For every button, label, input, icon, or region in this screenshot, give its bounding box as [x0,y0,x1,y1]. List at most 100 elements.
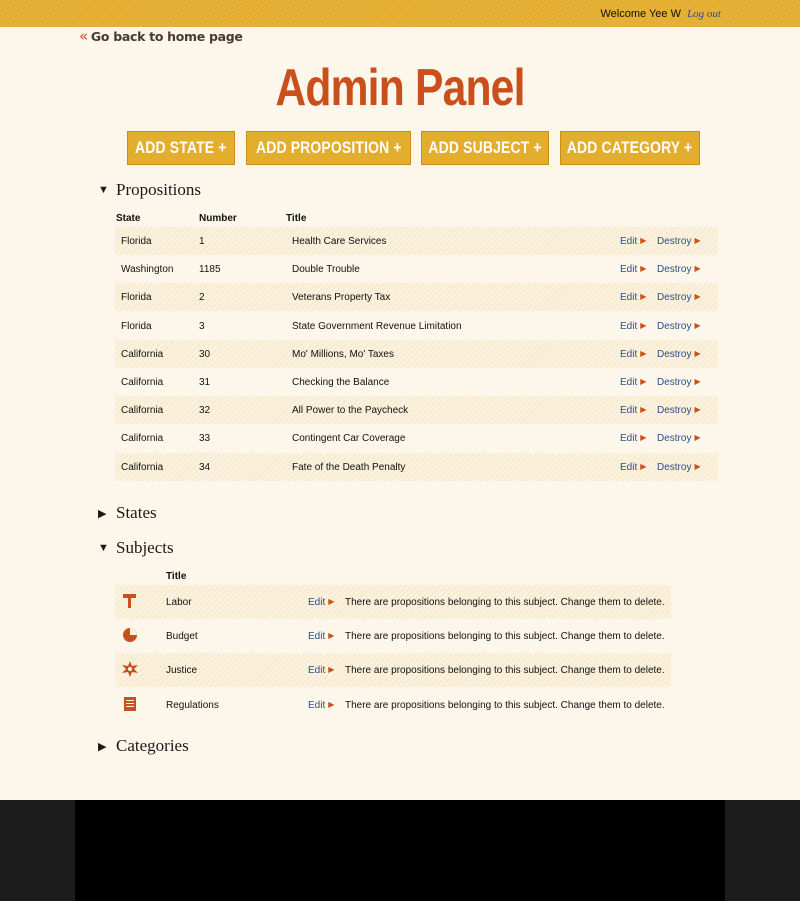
document-icon [122,696,138,712]
destroy-link[interactable]: Destroy ▶ [657,292,701,303]
state-cell: Florida [121,236,152,247]
play-arrow-icon: ▶ [694,236,701,245]
title-cell: All Power to the Paycheck [292,405,409,417]
edit-label: Edit [308,631,326,643]
propositions-heading: Propositions [116,180,202,199]
state-cell: California [121,461,164,473]
number-cell: 30 [199,348,211,360]
title-cell: Contingent Car Coverage [292,433,406,445]
edit-label: Edit [620,433,638,445]
expanded-triangle-icon: ▼ [98,184,109,196]
number-cell: 32 [199,405,211,417]
column-header-title: Title [286,213,307,224]
destroy-label: Destroy [657,264,692,276]
destroy-link[interactable]: Destroy ▶ [657,236,701,247]
edit-link[interactable]: Edit ▶ [308,665,334,676]
destroy-label: Destroy [657,377,692,388]
add-subject-label: ADD SUBJECT + [428,138,542,157]
state-cell: California [121,433,164,445]
edit-link[interactable]: Edit ▶ [620,321,646,332]
table-row: Florida 2 Veterans Property Tax Edit ▶ Destro… [115,283,718,312]
edit-label: Edit [620,320,638,332]
state-cell: Florida [121,320,152,332]
add-state-label: ADD STATE + [135,138,227,157]
play-arrow-icon: ▶ [640,461,647,471]
add-category-button[interactable]: ADD CATEGORY + [560,131,700,165]
edit-link[interactable]: Edit ▶ [620,236,646,247]
edit-link[interactable]: Edit ▶ [620,292,646,303]
destroy-link[interactable]: Destroy ▶ [657,377,701,388]
play-arrow-icon: ▶ [640,264,647,274]
categories-toggle[interactable]: ▶ Categories [98,736,189,756]
page-title: Admin Panel [275,59,525,117]
list-item: Budget Edit ▶ There are propositions belong… [115,619,671,653]
logout-link[interactable]: Log out [687,8,721,20]
table-row: Florida 1 Health Care Services Edit ▶ Destroy… [115,227,718,255]
play-arrow-icon: ▶ [694,264,701,274]
edit-link[interactable]: Edit ▶ [620,462,646,473]
edit-link[interactable]: Edit ▶ [620,264,646,275]
edit-link[interactable]: Edit ▶ [620,405,646,416]
edit-link[interactable]: Edit ▶ [308,597,334,608]
destroy-link[interactable]: Destroy ▶ [657,321,701,332]
title-cell: State Government Revenue Limitation [292,320,462,332]
state-cell: California [121,405,164,417]
propositions-toggle[interactable]: ▼ Propositions [98,180,201,200]
add-state-button[interactable]: ADD STATE + [127,131,235,165]
subjects-toggle[interactable]: ▼ Subjects [98,538,174,558]
play-arrow-icon: ▶ [640,405,647,415]
categories-heading: Categories [116,736,189,755]
edit-label: Edit [308,597,326,608]
number-cell: 33 [199,433,211,445]
footer [0,800,800,901]
back-to-home-link[interactable]: « Go back to home page [79,27,243,45]
state-cell: California [121,348,164,360]
edit-link[interactable]: Edit ▶ [308,700,334,711]
pie-chart-icon [122,627,138,643]
subject-delete-note: There are propositions belonging to this… [345,597,665,608]
list-item: Regulations Edit ▶ There are propositions b… [115,688,671,722]
add-proposition-button[interactable]: ADD PROPOSITION + [246,131,411,165]
destroy-link[interactable]: Destroy ▶ [657,433,701,444]
welcome-text: Welcome [600,8,647,20]
play-arrow-icon: ▶ [640,320,647,330]
edit-link[interactable]: Edit ▶ [308,631,334,642]
title-cell: Fate of the Death Penalty [292,461,406,473]
destroy-link[interactable]: Destroy ▶ [657,264,701,275]
play-arrow-icon: ▶ [640,292,647,302]
play-arrow-icon: ▶ [694,377,701,386]
column-header-state: State [116,213,141,224]
add-subject-button[interactable]: ADD SUBJECT + [421,131,549,165]
number-cell: 1185 [199,264,221,276]
column-header-subject-title: Title [166,571,187,582]
user-name: Yee W [648,8,681,20]
collapsed-triangle-icon: ▶ [98,507,107,520]
collapsed-triangle-icon: ▶ [98,740,107,753]
destroy-label: Destroy [657,348,692,360]
destroy-link[interactable]: Destroy ▶ [657,349,701,360]
edit-link[interactable]: Edit ▶ [620,433,646,444]
destroy-link[interactable]: Destroy ▶ [657,462,701,473]
play-arrow-icon: ▶ [640,236,647,245]
destroy-label: Destroy [657,405,692,417]
play-arrow-icon: ▶ [328,631,335,641]
title-cell: Double Trouble [292,264,360,276]
title-cell: Veterans Property Tax [292,292,391,304]
list-item: Labor Edit ▶ There are propositions belongi… [115,585,671,619]
play-arrow-icon: ▶ [694,461,701,471]
edit-link[interactable]: Edit ▶ [620,349,646,360]
table-row: California 30 Mo' Millions, Mo' Taxes Edit ▶… [115,339,718,368]
play-arrow-icon: ▶ [694,405,701,415]
destroy-link[interactable]: Destroy ▶ [657,405,701,416]
destroy-label: Destroy [657,236,692,247]
edit-label: Edit [620,292,638,304]
states-toggle[interactable]: ▶ States [98,503,157,523]
number-cell: 34 [199,461,211,473]
edit-link[interactable]: Edit ▶ [620,377,646,388]
welcome-area: Welcome Yee W Log out [600,8,721,20]
footer-panel [75,800,725,901]
table-row: California 34 Fate of the Death Penalty Edi… [115,452,718,481]
table-row: California 31 Checking the Balance Edit ▶ Des… [115,368,718,396]
number-cell: 1 [199,236,205,247]
title-cell: Health Care Services [292,236,387,247]
